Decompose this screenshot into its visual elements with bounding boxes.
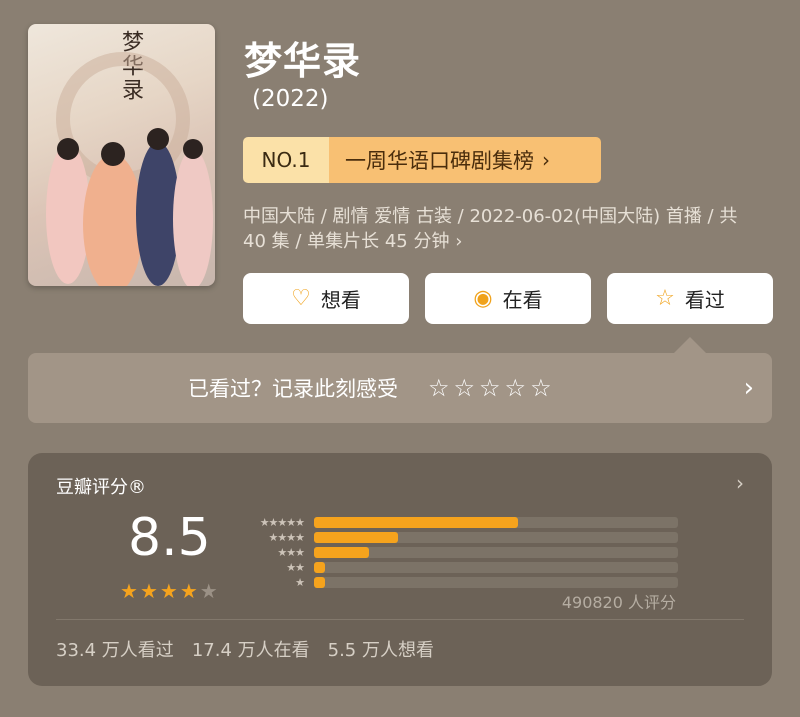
divider: [56, 619, 744, 620]
release-year: (2022): [252, 86, 329, 112]
record-feeling-bar[interactable]: 已看过？记录此刻感受 ☆ ☆ ☆ ☆ ☆ ›: [28, 353, 772, 423]
star-level-label: ★★★★★: [259, 516, 305, 529]
rating-bar-track: [314, 547, 678, 558]
record-prompt: 已看过？记录此刻感受: [188, 377, 398, 401]
score-star-icon: ★: [120, 579, 138, 603]
douban-rating-card: 豆瓣评分® › 8.5 ★ ★ ★ ★ ★ ★★★★★ ★★★★ ★★★ ★★ ★ 490820…: [28, 453, 772, 686]
chevron-right-icon[interactable]: ›: [744, 373, 754, 403]
rating-bar-fill: [314, 547, 369, 558]
poster-art: [46, 52, 213, 286]
score-star-icon: ★: [139, 579, 158, 603]
rating-bar-row: ★★: [238, 560, 678, 575]
rating-bar-track: [314, 562, 678, 573]
star-icon: ☆: [655, 286, 675, 311]
target-icon: ◉: [473, 286, 493, 311]
heart-plus-icon: ♡: [291, 286, 311, 311]
star-level-label: ★★★: [277, 546, 305, 559]
chevron-right-icon[interactable]: ›: [736, 471, 744, 495]
star-icon[interactable]: ☆: [505, 374, 527, 402]
rating-bar-track: [314, 517, 678, 528]
watched-button[interactable]: ☆ 看过: [607, 273, 773, 324]
rating-bar-track: [314, 532, 678, 543]
score-star-icon: ★: [179, 579, 198, 603]
score-star-icon: ★: [199, 579, 218, 603]
rating-bar-row: ★★★: [238, 545, 678, 560]
watching-count[interactable]: 17.4 万人在看: [192, 636, 310, 662]
rating-input-stars[interactable]: ☆ ☆ ☆ ☆ ☆: [428, 374, 552, 402]
rating-bar-fill: [314, 577, 325, 588]
rating-bar-fill: [314, 532, 398, 543]
star-level-label: ★: [295, 576, 305, 589]
rating-distribution: ★★★★★ ★★★★ ★★★ ★★ ★: [238, 515, 678, 590]
rating-count: 490820 人评分: [561, 593, 676, 612]
star-icon[interactable]: ☆: [454, 374, 476, 402]
star-icon[interactable]: ☆: [479, 374, 501, 402]
chevron-right-icon: ›: [542, 148, 550, 172]
rating-stars: ★ ★ ★ ★ ★: [120, 579, 218, 603]
watching-label: 在看: [502, 288, 543, 312]
star-level-label: ★★: [286, 561, 305, 574]
rating-bar-fill: [314, 562, 325, 573]
rank-badge[interactable]: NO.1 一周华语口碑剧集榜 ›: [243, 137, 601, 183]
star-level-label: ★★★★: [268, 531, 305, 544]
action-buttons: ♡ 想看 ◉ 在看 ☆ 看过: [243, 273, 773, 324]
watching-button[interactable]: ◉ 在看: [425, 273, 591, 324]
rating-score: 8.5: [128, 508, 211, 568]
star-icon[interactable]: ☆: [530, 374, 552, 402]
want-count[interactable]: 5.5 万人想看: [328, 636, 434, 662]
rank-list-name: 一周华语口碑剧集榜 ›: [329, 137, 601, 183]
poster-image[interactable]: 梦华录: [28, 24, 215, 286]
watched-label: 看过: [684, 288, 725, 312]
meta-info[interactable]: 中国大陆 / 剧情 爱情 古装 / 2022-06-02(中国大陆) 首播 / …: [243, 204, 763, 254]
score-star-icon: ★: [159, 579, 178, 603]
rank-list-label: 一周华语口碑剧集榜: [345, 149, 534, 173]
rating-label: 豆瓣评分®: [56, 477, 146, 498]
want-to-watch-button[interactable]: ♡ 想看: [243, 273, 409, 324]
rank-number: NO.1: [243, 137, 329, 183]
star-icon[interactable]: ☆: [428, 374, 450, 402]
audience-stats: 33.4 万人看过 17.4 万人在看 5.5 万人想看: [56, 636, 434, 662]
rating-bar-row: ★: [238, 575, 678, 590]
popover-pointer: [674, 337, 706, 353]
rating-bar-track: [314, 577, 678, 588]
want-to-watch-label: 想看: [320, 288, 361, 312]
watched-count[interactable]: 33.4 万人看过: [56, 636, 174, 662]
rating-bar-fill: [314, 517, 518, 528]
rating-bar-row: ★★★★★: [238, 515, 678, 530]
page-title: 梦华录: [244, 39, 362, 83]
rating-bar-row: ★★★★: [238, 530, 678, 545]
